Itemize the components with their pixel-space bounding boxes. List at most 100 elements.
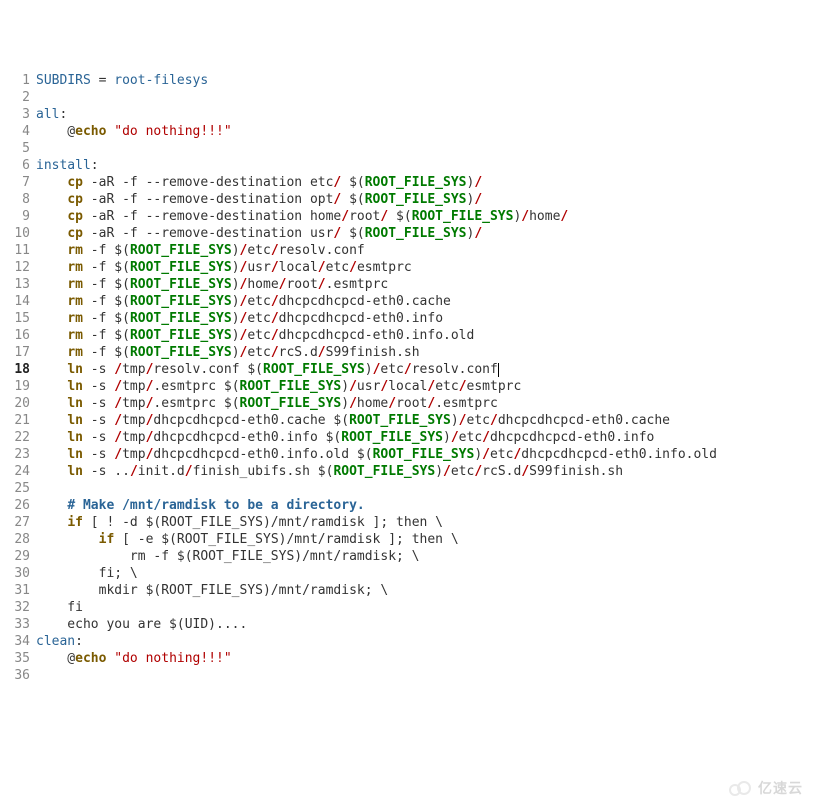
code-line[interactable]: 22 ln -s /tmp/dhcpcdhcpcd-eth0.info $(RO…	[0, 429, 815, 446]
line-content[interactable]: # Make /mnt/ramdisk to be a directory.	[36, 497, 815, 514]
line-number: 17	[0, 344, 36, 361]
line-number: 10	[0, 225, 36, 242]
code-line[interactable]: 12 rm -f $(ROOT_FILE_SYS)/usr/local/etc/…	[0, 259, 815, 276]
line-content[interactable]	[36, 667, 815, 684]
code-line[interactable]: 6install:	[0, 157, 815, 174]
line-number: 12	[0, 259, 36, 276]
cloud-icon	[726, 779, 754, 797]
line-content[interactable]: ln -s /tmp/dhcpcdhcpcd-eth0.cache $(ROOT…	[36, 412, 815, 429]
code-line[interactable]: 35 @echo "do nothing!!!"	[0, 650, 815, 667]
line-content[interactable]: rm -f $(ROOT_FILE_SYS)/etc/dhcpcdhcpcd-e…	[36, 293, 815, 310]
code-line[interactable]: 11 rm -f $(ROOT_FILE_SYS)/etc/resolv.con…	[0, 242, 815, 259]
line-number: 36	[0, 667, 36, 684]
line-content[interactable]: ln -s /tmp/.esmtprc $(ROOT_FILE_SYS)/usr…	[36, 378, 815, 395]
line-content[interactable]: clean:	[36, 633, 815, 650]
line-content[interactable]: ln -s /tmp/.esmtprc $(ROOT_FILE_SYS)/hom…	[36, 395, 815, 412]
code-line[interactable]: 9 cp -aR -f --remove-destination home/ro…	[0, 208, 815, 225]
line-number: 13	[0, 276, 36, 293]
line-content[interactable]: cp -aR -f --remove-destination opt/ $(RO…	[36, 191, 815, 208]
line-number: 34	[0, 633, 36, 650]
line-number: 3	[0, 106, 36, 123]
code-line[interactable]: 7 cp -aR -f --remove-destination etc/ $(…	[0, 174, 815, 191]
code-line[interactable]: 33 echo you are $(UID)....	[0, 616, 815, 633]
code-line[interactable]: 28 if [ -e $(ROOT_FILE_SYS)/mnt/ramdisk …	[0, 531, 815, 548]
code-line[interactable]: 14 rm -f $(ROOT_FILE_SYS)/etc/dhcpcdhcpc…	[0, 293, 815, 310]
watermark: 亿速云	[726, 779, 803, 797]
line-content[interactable]: rm -f $(ROOT_FILE_SYS)/etc/resolv.conf	[36, 242, 815, 259]
code-line[interactable]: 8 cp -aR -f --remove-destination opt/ $(…	[0, 191, 815, 208]
line-number: 33	[0, 616, 36, 633]
line-number: 27	[0, 514, 36, 531]
line-content[interactable]: if [ -e $(ROOT_FILE_SYS)/mnt/ramdisk ]; …	[36, 531, 815, 548]
line-content[interactable]: @echo "do nothing!!!"	[36, 650, 815, 667]
line-content[interactable]: rm -f $(ROOT_FILE_SYS)/etc/dhcpcdhcpcd-e…	[36, 310, 815, 327]
line-content[interactable]: rm -f $(ROOT_FILE_SYS)/usr/local/etc/esm…	[36, 259, 815, 276]
code-line[interactable]: 5	[0, 140, 815, 157]
line-content[interactable]: echo you are $(UID)....	[36, 616, 815, 633]
code-line[interactable]: 26 # Make /mnt/ramdisk to be a directory…	[0, 497, 815, 514]
code-line[interactable]: 10 cp -aR -f --remove-destination usr/ $…	[0, 225, 815, 242]
code-line[interactable]: 1SUBDIRS = root-filesys	[0, 72, 815, 89]
line-number: 14	[0, 293, 36, 310]
line-content[interactable]: mkdir $(ROOT_FILE_SYS)/mnt/ramdisk; \	[36, 582, 815, 599]
line-number: 26	[0, 497, 36, 514]
code-line[interactable]: 31 mkdir $(ROOT_FILE_SYS)/mnt/ramdisk; \	[0, 582, 815, 599]
code-line[interactable]: 13 rm -f $(ROOT_FILE_SYS)/home/root/.esm…	[0, 276, 815, 293]
line-content[interactable]: ln -s /tmp/resolv.conf $(ROOT_FILE_SYS)/…	[36, 361, 815, 378]
code-line[interactable]: 29 rm -f $(ROOT_FILE_SYS)/mnt/ramdisk; \	[0, 548, 815, 565]
code-line[interactable]: 15 rm -f $(ROOT_FILE_SYS)/etc/dhcpcdhcpc…	[0, 310, 815, 327]
code-line[interactable]: 16 rm -f $(ROOT_FILE_SYS)/etc/dhcpcdhcpc…	[0, 327, 815, 344]
line-number: 15	[0, 310, 36, 327]
code-line[interactable]: 19 ln -s /tmp/.esmtprc $(ROOT_FILE_SYS)/…	[0, 378, 815, 395]
line-content[interactable]: ln -s /tmp/dhcpcdhcpcd-eth0.info.old $(R…	[36, 446, 815, 463]
code-line[interactable]: 23 ln -s /tmp/dhcpcdhcpcd-eth0.info.old …	[0, 446, 815, 463]
line-number: 32	[0, 599, 36, 616]
line-content[interactable]: fi	[36, 599, 815, 616]
line-number: 24	[0, 463, 36, 480]
line-content[interactable]: ln -s /tmp/dhcpcdhcpcd-eth0.info $(ROOT_…	[36, 429, 815, 446]
code-line[interactable]: 20 ln -s /tmp/.esmtprc $(ROOT_FILE_SYS)/…	[0, 395, 815, 412]
line-number: 30	[0, 565, 36, 582]
line-content[interactable]: ln -s ../init.d/finish_ubifs.sh $(ROOT_F…	[36, 463, 815, 480]
code-line[interactable]: 27 if [ ! -d $(ROOT_FILE_SYS)/mnt/ramdis…	[0, 514, 815, 531]
code-line[interactable]: 17 rm -f $(ROOT_FILE_SYS)/etc/rcS.d/S99f…	[0, 344, 815, 361]
code-line[interactable]: 36	[0, 667, 815, 684]
line-content[interactable]	[36, 89, 815, 106]
code-line[interactable]: 30 fi; \	[0, 565, 815, 582]
code-line[interactable]: 34clean:	[0, 633, 815, 650]
line-content[interactable]: if [ ! -d $(ROOT_FILE_SYS)/mnt/ramdisk ]…	[36, 514, 815, 531]
line-content[interactable]: cp -aR -f --remove-destination home/root…	[36, 208, 815, 225]
line-content[interactable]: @echo "do nothing!!!"	[36, 123, 815, 140]
line-number: 6	[0, 157, 36, 174]
code-line[interactable]: 25	[0, 480, 815, 497]
line-content[interactable]: SUBDIRS = root-filesys	[36, 72, 815, 89]
line-number: 20	[0, 395, 36, 412]
line-number: 9	[0, 208, 36, 225]
code-line[interactable]: 3all:	[0, 106, 815, 123]
line-number: 16	[0, 327, 36, 344]
line-content[interactable]: cp -aR -f --remove-destination etc/ $(RO…	[36, 174, 815, 191]
code-line[interactable]: 21 ln -s /tmp/dhcpcdhcpcd-eth0.cache $(R…	[0, 412, 815, 429]
line-content[interactable]: rm -f $(ROOT_FILE_SYS)/mnt/ramdisk; \	[36, 548, 815, 565]
code-line[interactable]: 4 @echo "do nothing!!!"	[0, 123, 815, 140]
line-number: 28	[0, 531, 36, 548]
code-line[interactable]: 2	[0, 89, 815, 106]
line-content[interactable]: rm -f $(ROOT_FILE_SYS)/etc/rcS.d/S99fini…	[36, 344, 815, 361]
line-content[interactable]	[36, 480, 815, 497]
line-content[interactable]: all:	[36, 106, 815, 123]
line-number: 5	[0, 140, 36, 157]
line-content[interactable]	[36, 140, 815, 157]
code-line[interactable]: 24 ln -s ../init.d/finish_ubifs.sh $(ROO…	[0, 463, 815, 480]
line-content[interactable]: install:	[36, 157, 815, 174]
watermark-text: 亿速云	[758, 780, 803, 797]
code-editor[interactable]: 1SUBDIRS = root-filesys23all:4 @echo "do…	[0, 72, 815, 684]
code-line[interactable]: 18 ln -s /tmp/resolv.conf $(ROOT_FILE_SY…	[0, 361, 815, 378]
line-content[interactable]: rm -f $(ROOT_FILE_SYS)/home/root/.esmtpr…	[36, 276, 815, 293]
line-number: 1	[0, 72, 36, 89]
line-content[interactable]: fi; \	[36, 565, 815, 582]
line-content[interactable]: cp -aR -f --remove-destination usr/ $(RO…	[36, 225, 815, 242]
code-line[interactable]: 32 fi	[0, 599, 815, 616]
line-content[interactable]: rm -f $(ROOT_FILE_SYS)/etc/dhcpcdhcpcd-e…	[36, 327, 815, 344]
line-number: 21	[0, 412, 36, 429]
line-number: 31	[0, 582, 36, 599]
